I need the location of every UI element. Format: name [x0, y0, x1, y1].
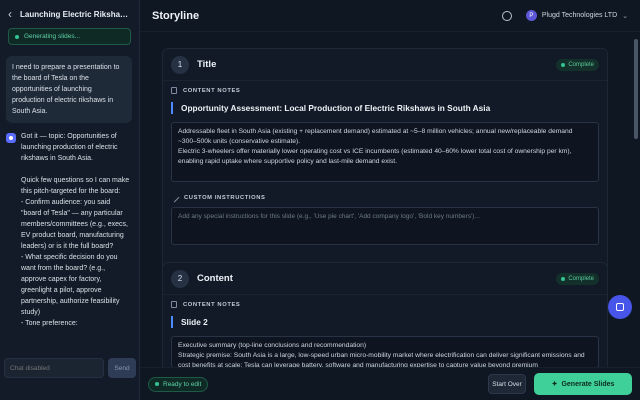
ready-status-text: Ready to edit [163, 380, 202, 388]
send-button[interactable]: Send [108, 358, 136, 378]
chat-title: Launching Electric Rikshaws in... [20, 9, 131, 19]
document-icon [171, 87, 177, 94]
org-name: Plugd Technologies LTD [541, 12, 618, 19]
generating-status-text: Generating slides... [24, 33, 81, 40]
brand-title: Storyline [152, 9, 200, 22]
custom-instructions-label-text: CUSTOM INSTRUCTIONS [184, 194, 266, 201]
slide-card-2: 2 Content Complete CONTENT NOTES Slide 2 [162, 262, 608, 367]
content-notes-label: CONTENT NOTES [171, 301, 599, 308]
status-dot-icon [561, 62, 566, 67]
slide-number: 2 [171, 269, 189, 288]
org-avatar: P [525, 10, 537, 21]
assistant-fab-button[interactable] [608, 295, 632, 319]
assistant-message-text: Got it — topic: Opportunities of launchi… [21, 133, 130, 327]
start-over-button[interactable]: Start Over [488, 374, 526, 394]
slide-title: Title [197, 59, 217, 70]
sparkle-icon: ✦ [551, 381, 558, 388]
generating-status: Generating slides... [8, 28, 131, 45]
status-dot-icon [15, 34, 19, 39]
content-notes-textarea[interactable]: Addressable fleet in South Asia (existin… [171, 122, 599, 182]
status-badge-text: Complete [568, 275, 594, 282]
status-dot-icon [155, 382, 159, 386]
generate-slides-button[interactable]: ✦ Generate Slides [534, 373, 632, 395]
content-notes-label: CONTENT NOTES [171, 87, 599, 94]
slide-heading-text: Opportunity Assessment: Local Production… [181, 103, 491, 113]
chat-input-row: Send [0, 358, 140, 378]
ready-status: Ready to edit [148, 376, 209, 392]
top-bar: Storyline P Plugd Technologies LTD ⌄ [140, 0, 640, 32]
chat-header: ‹ Launching Electric Rikshaws in... [0, 0, 139, 28]
content-notes-label-text: CONTENT NOTES [183, 301, 241, 308]
chat-panel: ‹ Launching Electric Rikshaws in... Gene… [0, 0, 140, 400]
user-message: I need to prepare a presentation to the … [6, 56, 132, 123]
slides-scroll-area[interactable]: 1 Title Complete CONTENT NOTES Opportuni… [140, 33, 640, 367]
theme-toggle-sun-icon[interactable] [501, 10, 512, 21]
status-badge-text: Complete [568, 61, 594, 68]
slide-card-header: 1 Title Complete [163, 49, 607, 81]
heading-accent-bar [171, 102, 173, 114]
chat-input[interactable] [4, 358, 104, 378]
generate-slides-label: Generate Slides [561, 380, 615, 388]
status-badge: Complete [556, 58, 599, 71]
slide-card-header: 2 Content Complete [163, 263, 607, 295]
slide-number: 1 [171, 55, 189, 74]
org-switcher[interactable]: P Plugd Technologies LTD ⌄ [525, 10, 628, 21]
slide-heading: Opportunity Assessment: Local Production… [171, 102, 599, 114]
document-icon [171, 301, 177, 308]
slide-heading-text: Slide 2 [181, 317, 208, 327]
slide-heading: Slide 2 [171, 316, 599, 328]
status-badge: Complete [556, 272, 599, 285]
pencil-icon [169, 192, 180, 203]
top-bar-actions: P Plugd Technologies LTD ⌄ [501, 10, 628, 21]
custom-instructions-label: CUSTOM INSTRUCTIONS [169, 192, 599, 203]
content-notes-textarea[interactable]: Executive summary (top-line conclusions … [171, 336, 599, 367]
scrollbar[interactable] [634, 39, 638, 139]
main-area: Storyline P Plugd Technologies LTD ⌄ 1 T… [140, 0, 640, 400]
custom-instructions-input[interactable]: Add any special instructions for this sl… [171, 207, 599, 245]
message-list[interactable]: I need to prepare a presentation to the … [0, 56, 140, 352]
bottom-bar: Ready to edit Start Over ✦ Generate Slid… [140, 367, 640, 400]
assistant-message: Got it — topic: Opportunities of launchi… [6, 131, 132, 329]
slide-card-1: 1 Title Complete CONTENT NOTES Opportuni… [162, 48, 608, 270]
chevron-down-icon: ⌄ [622, 12, 628, 20]
assistant-avatar-icon [6, 133, 16, 143]
bag-icon [616, 303, 624, 311]
back-arrow-icon[interactable]: ‹ [8, 7, 12, 21]
status-dot-icon [561, 276, 566, 281]
app-root: ‹ Launching Electric Rikshaws in... Gene… [0, 0, 640, 400]
heading-accent-bar [171, 316, 173, 328]
slide-title: Content [197, 273, 233, 284]
content-notes-label-text: CONTENT NOTES [183, 87, 241, 94]
